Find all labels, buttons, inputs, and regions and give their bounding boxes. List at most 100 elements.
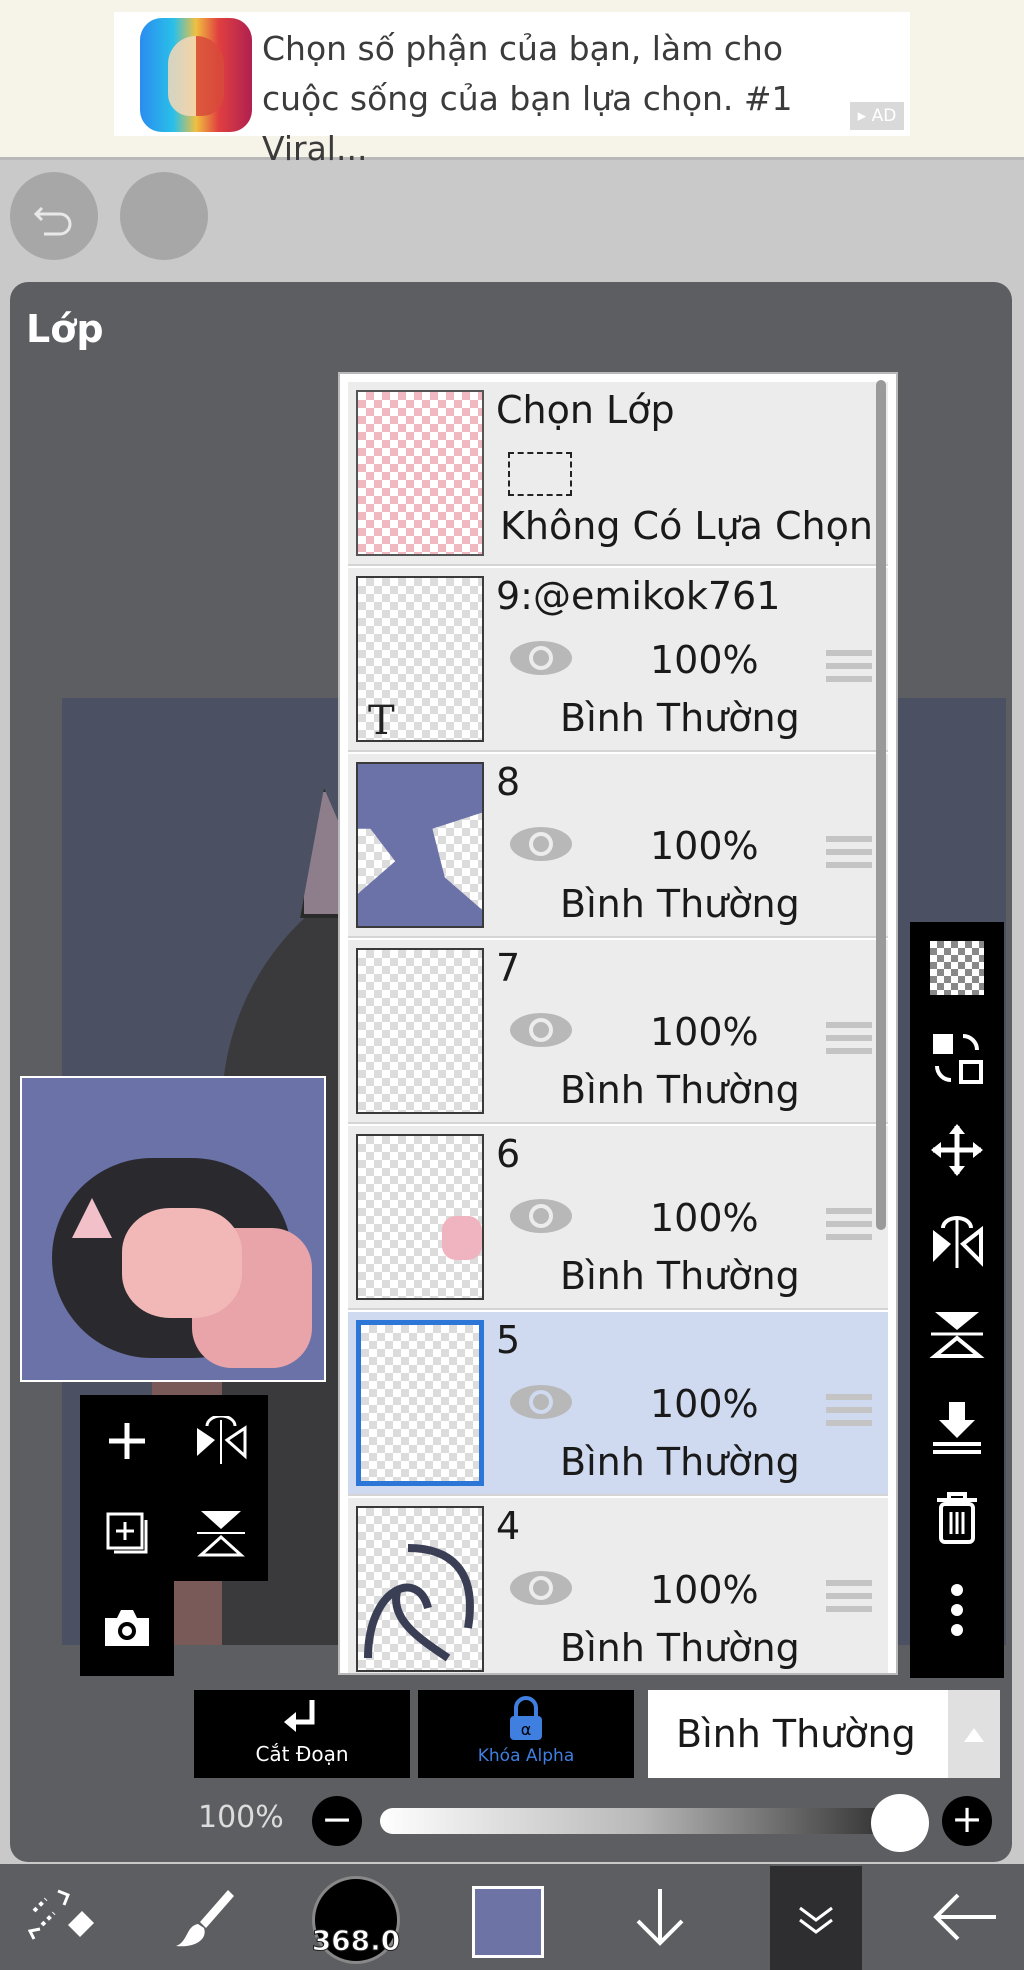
brush-tool-button[interactable]: [160, 1864, 250, 1970]
flip-horizontal-icon: [933, 1216, 983, 1268]
drag-handle-icon[interactable]: [826, 1208, 872, 1244]
transform-eraser-icon: [28, 1889, 94, 1940]
more-options-button[interactable]: [910, 1568, 1004, 1652]
svg-text:α: α: [521, 1720, 532, 1739]
layer-name: 8: [496, 760, 521, 804]
delete-layer-button[interactable]: [910, 1476, 1004, 1560]
blend-mode-select[interactable]: Bình Thường: [648, 1690, 948, 1778]
ad-banner[interactable]: Chọn số phận của bạn, làm cho cuộc sống …: [0, 0, 1024, 168]
canvas-preview[interactable]: [20, 1076, 326, 1382]
text-layer-icon: T: [368, 698, 395, 742]
drag-handle-icon[interactable]: [826, 1022, 872, 1058]
layer-list-scrollbar[interactable]: [876, 380, 886, 1230]
undo-button[interactable]: [10, 172, 98, 260]
ad-text[interactable]: Chọn số phận của bạn, làm cho cuộc sống …: [262, 24, 862, 174]
layer-opacity: 100%: [650, 1382, 759, 1426]
color-swatch[interactable]: [472, 1886, 544, 1958]
layer-thumbnail: [356, 1320, 484, 1486]
eye-icon[interactable]: [508, 824, 574, 864]
opacity-increase-button[interactable]: +: [942, 1796, 992, 1846]
chevron-double-down-icon: [799, 1906, 833, 1934]
layer-blend-mode: Bình Thường: [560, 1440, 800, 1484]
undo-icon: [33, 206, 72, 236]
eye-icon[interactable]: [508, 638, 574, 678]
flip-horizontal-layer-button[interactable]: [910, 1200, 1004, 1284]
alpha-lock-button[interactable]: α Khóa Alpha: [418, 1690, 634, 1778]
merge-down-icon: [933, 1402, 981, 1454]
back-button[interactable]: [920, 1864, 1010, 1970]
lock-icon: α: [510, 1696, 542, 1740]
merge-layers-button[interactable]: [910, 1016, 1004, 1100]
clipping-button[interactable]: Cắt Đoạn: [194, 1690, 410, 1778]
layer-row[interactable]: 7 100% Bình Thường: [348, 940, 888, 1124]
opacity-label: 100%: [198, 1800, 284, 1835]
opacity-slider-knob[interactable]: [871, 1794, 929, 1852]
checkerboard-icon: [930, 941, 984, 995]
more-vertical-icon: [951, 1584, 963, 1636]
move-icon: [931, 1124, 983, 1176]
layers-toggle-button[interactable]: [770, 1866, 862, 1970]
drag-handle-icon[interactable]: [826, 1580, 872, 1616]
transparent-fill-button[interactable]: [910, 926, 1004, 1010]
layer-row[interactable]: 8 100% Bình Thường: [348, 754, 888, 938]
selection-marquee-icon: [508, 452, 572, 496]
brush-size-value: 368.0: [311, 1924, 401, 1958]
layer-blend-mode: Bình Thường: [560, 1254, 800, 1298]
move-down-button[interactable]: [620, 1864, 700, 1970]
move-layer-button[interactable]: [910, 1108, 1004, 1192]
flip-horizontal-button[interactable]: [174, 1395, 268, 1487]
layer-row[interactable]: 6 100% Bình Thường: [348, 1126, 888, 1310]
redo-button[interactable]: [120, 172, 208, 260]
layer-thumbnail: [356, 762, 484, 928]
layer-row[interactable]: 4 100% Bình Thường: [348, 1498, 888, 1673]
ad-app-icon: [140, 18, 252, 132]
clipping-label: Cắt Đoạn: [255, 1742, 349, 1766]
camera-button[interactable]: [80, 1582, 174, 1674]
eye-icon[interactable]: [508, 1196, 574, 1236]
layer-blend-mode: Bình Thường: [560, 1626, 800, 1670]
flip-vertical-button[interactable]: [174, 1487, 268, 1579]
arrow-left-icon: [933, 1893, 996, 1941]
camera-icon: [105, 1610, 149, 1646]
layer-thumbnail: [356, 1506, 484, 1672]
flip-horizontal-icon: [197, 1416, 247, 1464]
layer-thumbnail: T: [356, 576, 484, 742]
transform-tool-button[interactable]: [18, 1864, 108, 1970]
opacity-slider[interactable]: [380, 1808, 900, 1834]
add-layer-button[interactable]: [80, 1395, 174, 1487]
layer-thumbnail: [356, 1134, 484, 1300]
layer-row-selected[interactable]: 5 100% Bình Thường: [348, 1312, 888, 1496]
add-copy-icon: [106, 1512, 148, 1554]
eye-icon[interactable]: [508, 1568, 574, 1608]
ad-badge: ▸ AD: [850, 102, 904, 130]
merge-down-button[interactable]: [910, 1384, 1004, 1468]
layer-list[interactable]: Chọn Lớp Không Có Lựa Chọn T 9:@emikok76…: [338, 372, 898, 1675]
drag-handle-icon[interactable]: [826, 836, 872, 872]
layer-opacity: 100%: [650, 1196, 759, 1240]
opacity-decrease-button[interactable]: −: [312, 1796, 362, 1846]
add-layer-copy-button[interactable]: [80, 1487, 174, 1579]
drag-handle-icon[interactable]: [826, 650, 872, 686]
layer-name: 7: [496, 946, 521, 990]
layer-row[interactable]: T 9:@emikok761 100% Bình Thường: [348, 568, 888, 752]
layer-thumbnail: [356, 948, 484, 1114]
clipping-icon: [284, 1700, 315, 1732]
panel-title: Lớp: [26, 307, 104, 351]
eye-icon[interactable]: [508, 1010, 574, 1050]
blend-mode-arrow-icon[interactable]: [948, 1690, 1000, 1778]
right-toolbar: [910, 922, 1004, 1678]
selection-status: Không Có Lựa Chọn: [500, 504, 873, 548]
flip-vertical-icon: [929, 1312, 985, 1358]
alpha-lock-label: Khóa Alpha: [477, 1746, 575, 1766]
eye-icon[interactable]: [508, 1382, 574, 1422]
layer-opacity: 100%: [650, 638, 759, 682]
layer-name: 5: [496, 1318, 521, 1362]
layer-blend-mode: Bình Thường: [560, 1068, 800, 1112]
left-toolbar-lower: [80, 1580, 174, 1676]
flip-vertical-layer-button[interactable]: [910, 1292, 1004, 1376]
plus-icon: [109, 1423, 145, 1459]
selection-thumbnail: [356, 390, 484, 556]
selection-layer-row[interactable]: Chọn Lớp Không Có Lựa Chọn: [348, 382, 888, 566]
layer-name: 9:@emikok761: [496, 574, 781, 618]
drag-handle-icon[interactable]: [826, 1394, 872, 1430]
